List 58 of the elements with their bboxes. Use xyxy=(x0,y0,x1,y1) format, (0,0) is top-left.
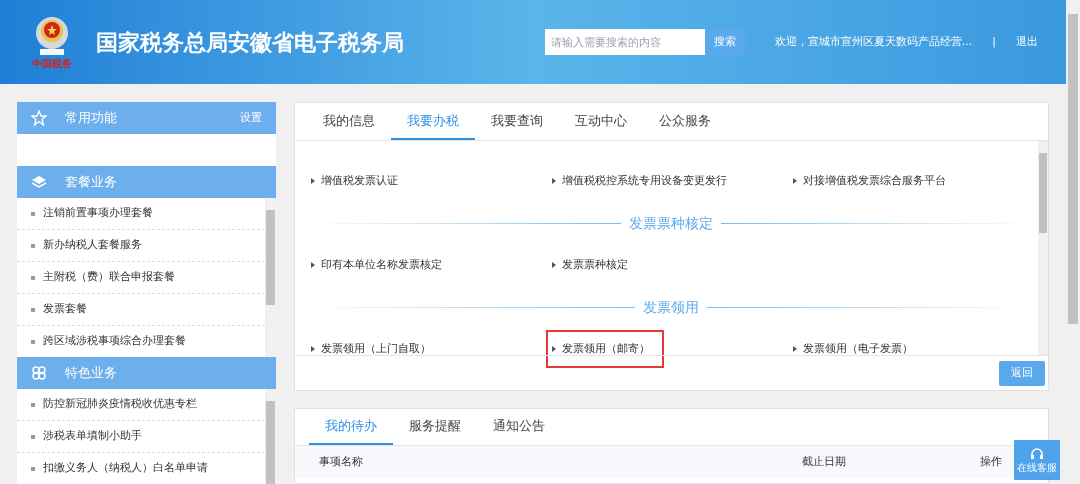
bullet-icon xyxy=(31,466,35,471)
tab[interactable]: 服务提醒 xyxy=(393,409,477,445)
tab[interactable]: 通知公告 xyxy=(477,409,561,445)
bullet-icon xyxy=(31,211,35,216)
welcome-text: 欢迎，宣城市宣州区夏天数码产品经营... xyxy=(774,33,973,50)
service-link[interactable]: 对接增值税发票综合服务平台 xyxy=(787,161,952,201)
caret-icon xyxy=(311,178,315,184)
sidebar-item[interactable]: 新办纳税人套餐服务 xyxy=(43,237,142,254)
service-link[interactable]: 发票领用（电子发票） xyxy=(787,329,919,369)
tab[interactable]: 公众服务 xyxy=(643,103,727,140)
section-title: 特色业务 xyxy=(65,364,118,383)
section-title: 套餐业务 xyxy=(65,173,118,192)
tab[interactable]: 互动中心 xyxy=(559,103,643,140)
separator: | xyxy=(992,33,996,50)
group-heading: 发票领用 xyxy=(642,297,699,317)
service-link[interactable]: 发票领用（邮寄） xyxy=(546,329,664,369)
caret-icon xyxy=(552,346,556,352)
sidebar-item[interactable]: 涉税表单填制小助手 xyxy=(43,428,142,445)
bullet-icon xyxy=(31,307,35,312)
caret-icon xyxy=(311,346,315,352)
bullet-icon xyxy=(31,275,35,280)
service-link[interactable]: 增值税税控系统专用设备变更发行 xyxy=(546,161,733,201)
tab[interactable]: 我要办税 xyxy=(391,103,475,140)
column-header: 操作 xyxy=(979,453,1002,470)
tab[interactable]: 我要查询 xyxy=(475,103,559,140)
sidebar-item[interactable]: 跨区域涉税事项综合办理套餐 xyxy=(43,333,186,350)
service-link[interactable]: 发票票种核定 xyxy=(546,245,634,285)
bullet-icon xyxy=(31,434,35,439)
column-header: 事项名称 xyxy=(319,453,364,470)
sidebar-item[interactable]: 扣缴义务人（纳税人）白名单申请 xyxy=(43,460,208,477)
site-title: 国家税务总局安徽省电子税务局 xyxy=(96,28,404,57)
sidebar-item[interactable]: 注销前置事项办理套餐 xyxy=(43,205,153,222)
column-header: 截止日期 xyxy=(802,453,847,470)
bullet-icon xyxy=(31,402,35,407)
logo-text: 中国税务 xyxy=(32,59,72,69)
clover-icon xyxy=(31,365,47,381)
caret-icon xyxy=(552,262,556,268)
caret-icon xyxy=(311,262,315,268)
search-field[interactable]: 请输入需要搜索的内容 xyxy=(544,29,705,55)
section-title: 常用功能 xyxy=(65,109,118,128)
star-icon xyxy=(31,110,47,126)
group-heading: 发票票种核定 xyxy=(628,213,713,233)
sidebar-item[interactable]: 发票套餐 xyxy=(43,301,87,318)
layers-icon xyxy=(31,174,47,190)
caret-icon xyxy=(793,346,797,352)
scrollbar[interactable] xyxy=(1038,141,1048,355)
tab[interactable]: 我的信息 xyxy=(307,103,391,140)
service-link[interactable]: 增值税发票认证 xyxy=(305,161,404,201)
caret-icon xyxy=(793,178,797,184)
bullet-icon xyxy=(31,339,35,344)
scrollbar[interactable] xyxy=(265,198,276,357)
service-link[interactable]: 发票领用（上门自取） xyxy=(305,329,437,369)
caret-icon xyxy=(552,178,556,184)
sidebar-item[interactable]: 主附税（费）联合申报套餐 xyxy=(43,269,175,286)
sidebar-item[interactable]: 防控新冠肺炎疫情税收优惠专栏 xyxy=(43,396,197,413)
bullet-icon xyxy=(31,243,35,248)
headset-icon xyxy=(1030,447,1044,462)
service-link[interactable]: 印有本单位名称发票核定 xyxy=(305,245,448,285)
